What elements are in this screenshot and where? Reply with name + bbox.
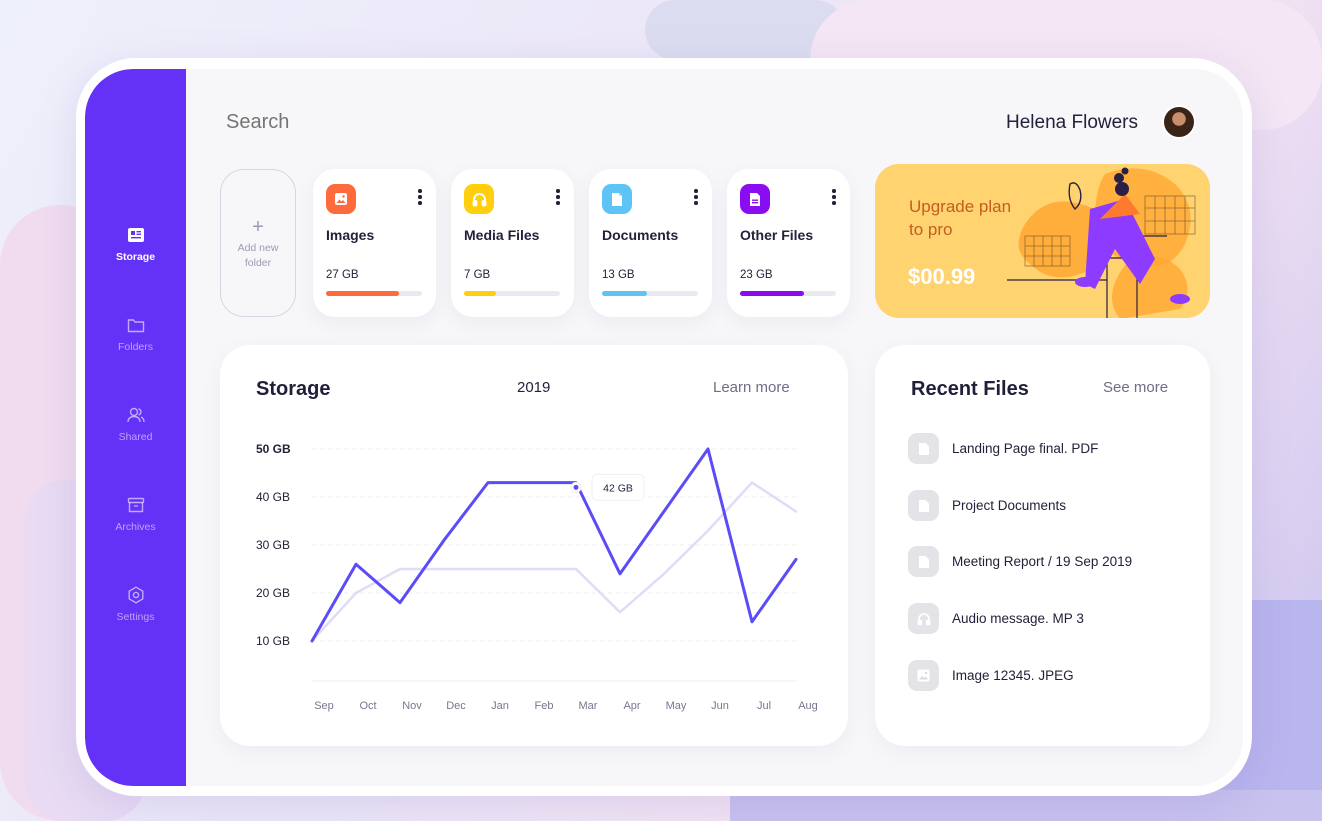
file-name: Meeting Report / 19 Sep 2019 xyxy=(952,554,1133,569)
recent-file-item[interactable]: Project Documents xyxy=(908,490,1188,522)
usage-bar xyxy=(602,291,698,296)
image-icon xyxy=(908,660,939,691)
promo-title: Upgrade plan to pro xyxy=(909,197,1012,239)
plus-icon: + xyxy=(252,216,264,238)
sidebar-item-label: Archives xyxy=(115,521,156,533)
sidebar: Storage Folders Shared Archives Settings xyxy=(85,69,186,786)
x-tick-label: Jan xyxy=(491,700,509,712)
user-name: Helena Flowers xyxy=(1006,112,1138,133)
recent-files-panel: Recent Files See more Landing Page final… xyxy=(875,345,1210,746)
sidebar-item-shared[interactable]: Shared xyxy=(85,406,186,443)
search-input[interactable] xyxy=(226,111,526,134)
usage-bar-fill xyxy=(464,291,496,296)
sidebar-item-label: Settings xyxy=(116,611,155,623)
category-card-other-files[interactable]: Other Files 23 GB xyxy=(727,169,850,317)
more-options-icon[interactable] xyxy=(556,189,560,207)
gear-icon xyxy=(128,586,143,604)
annotation-label: 42 GB xyxy=(603,482,633,494)
category-size: 23 GB xyxy=(740,269,773,281)
file-name: Audio message. MP 3 xyxy=(952,611,1084,626)
sidebar-item-archives[interactable]: Archives xyxy=(85,496,186,533)
sidebar-item-storage[interactable]: Storage xyxy=(85,226,186,263)
category-label: Images xyxy=(326,227,375,243)
app-window: Storage Folders Shared Archives Settings… xyxy=(85,69,1243,786)
x-tick-label: Aug xyxy=(798,700,818,712)
headphones-icon xyxy=(908,603,939,634)
document-icon xyxy=(908,546,939,577)
sidebar-item-folders[interactable]: Folders xyxy=(85,316,186,353)
x-tick-label: Sep xyxy=(314,700,334,712)
upgrade-promo-card[interactable]: Upgrade plan to pro $00.99 xyxy=(875,164,1210,318)
category-size: 7 GB xyxy=(464,269,491,281)
more-options-icon[interactable] xyxy=(418,189,422,207)
category-card-media-files[interactable]: Media Files 7 GB xyxy=(451,169,574,317)
folder-icon xyxy=(127,319,144,333)
y-tick-label: 20 GB xyxy=(256,586,290,600)
recent-file-item[interactable]: Landing Page final. PDF xyxy=(908,433,1188,465)
sidebar-item-label: Storage xyxy=(115,251,156,263)
x-tick-label: Mar xyxy=(579,700,598,712)
users-icon xyxy=(126,407,145,423)
person-climbing-stairs-illustration xyxy=(1007,167,1196,318)
x-tick-label: Nov xyxy=(402,700,422,712)
document-icon xyxy=(908,490,939,521)
promo-price: $00.99 xyxy=(908,264,976,289)
annotation-dot xyxy=(573,484,579,490)
image-icon xyxy=(326,184,356,214)
y-tick-label: 10 GB xyxy=(256,634,290,648)
x-tick-label: Feb xyxy=(535,700,554,712)
recent-file-item[interactable]: Audio message. MP 3 xyxy=(908,603,1188,635)
x-tick-label: May xyxy=(666,700,687,712)
x-tick-label: Jul xyxy=(757,700,771,712)
archive-icon xyxy=(127,497,144,513)
more-options-icon[interactable] xyxy=(832,189,836,207)
x-tick-label: Apr xyxy=(623,700,640,712)
recent-files-title: Recent Files xyxy=(911,378,1029,400)
usage-bar-fill xyxy=(326,291,399,296)
storage-panel: Storage 2019 Learn more 50 GB 40 GB 30 GB 2… xyxy=(220,345,848,746)
storage-icon xyxy=(127,228,144,242)
usage-bar xyxy=(326,291,422,296)
y-tick-label: 50 GB xyxy=(256,442,291,456)
x-tick-label: Dec xyxy=(446,700,466,712)
file-name: Project Documents xyxy=(952,498,1067,513)
document-icon xyxy=(908,433,939,464)
document-icon xyxy=(602,184,632,214)
file-icon xyxy=(740,184,770,214)
headphones-icon xyxy=(464,184,494,214)
usage-bar xyxy=(464,291,560,296)
usage-bar xyxy=(740,291,836,296)
add-folder-button[interactable]: + Add new folder xyxy=(220,169,296,317)
avatar[interactable] xyxy=(1162,105,1196,139)
add-folder-label: Add new folder xyxy=(237,242,279,269)
more-options-icon[interactable] xyxy=(694,189,698,207)
sidebar-item-label: Folders xyxy=(117,341,153,353)
file-name: Image 12345. JPEG xyxy=(952,668,1074,683)
category-card-documents[interactable]: Documents 13 GB xyxy=(589,169,712,317)
category-size: 27 GB xyxy=(326,269,359,281)
recent-file-item[interactable]: Meeting Report / 19 Sep 2019 xyxy=(908,546,1188,578)
category-card-images[interactable]: Images 27 GB xyxy=(313,169,436,317)
usage-bar-fill xyxy=(602,291,648,296)
storage-chart: 50 GB 40 GB 30 GB 20 GB 10 GB Sep Oct Nov Dec Jan… xyxy=(256,442,818,712)
category-size: 13 GB xyxy=(602,269,635,281)
y-tick-label: 30 GB xyxy=(256,538,290,552)
category-label: Media Files xyxy=(464,227,540,243)
see-more-link[interactable]: See more xyxy=(1103,379,1168,396)
usage-bar-fill xyxy=(740,291,805,296)
file-name: Landing Page final. PDF xyxy=(952,441,1099,456)
x-tick-label: Oct xyxy=(359,700,376,712)
sidebar-item-settings[interactable]: Settings xyxy=(85,586,186,623)
x-tick-label: Jun xyxy=(711,700,729,712)
recent-file-item[interactable]: Image 12345. JPEG xyxy=(908,660,1188,692)
y-tick-label: 40 GB xyxy=(256,490,290,504)
category-label: Documents xyxy=(602,227,679,243)
category-label: Other Files xyxy=(740,227,814,243)
sidebar-item-label: Shared xyxy=(118,431,153,443)
